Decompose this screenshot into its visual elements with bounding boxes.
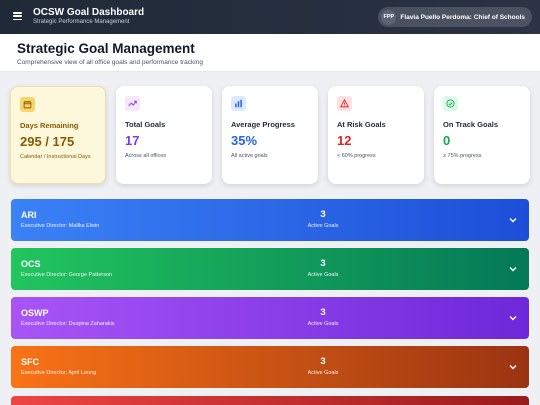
stat-value: 295 / 175 [20,134,75,149]
chevron-down-icon[interactable] [507,312,519,324]
page-header: Strategic Goal Management Comprehensive … [0,34,540,72]
office-code: OSWP [21,308,49,318]
stat-desc: ≥ 75% progress [443,153,482,159]
at-risk-goals-card: At Risk Goals 12 < 60% progress [328,86,424,184]
warning-icon [337,96,352,111]
stat-label: Days Remaining [20,121,79,130]
active-goals-count: 3 [320,258,326,269]
average-progress-card: Average Progress 35% All active goals [222,86,318,184]
active-goals-count: 3 [320,307,326,318]
chevron-down-icon[interactable] [507,361,519,373]
active-goals-label: Active Goals [307,370,339,376]
office-code: ARI [21,210,37,220]
office-director: Executive Director: George Patterson [21,272,113,278]
office-card-partial[interactable] [11,396,529,405]
avatar: FPP [381,9,397,25]
page-title: Strategic Goal Management [17,41,195,56]
office-code: OCS [21,259,41,269]
page-subtitle: Comprehensive view of all office goals a… [17,59,203,66]
stat-value: 12 [337,133,352,148]
stat-label: Total Goals [125,120,166,129]
chevron-down-icon[interactable] [507,214,519,226]
stat-value: 0 [443,133,451,148]
app-title: OCSW Goal Dashboard [33,7,145,18]
total-goals-card: Total Goals 17 Across all offices [116,86,212,184]
menu-icon[interactable] [13,12,22,21]
office-card-sfc[interactable]: SFC Executive Director: April Leong 3 Ac… [11,346,529,388]
top-bar: OCSW Goal Dashboard Strategic Performanc… [0,0,540,34]
chevron-down-icon[interactable] [507,263,519,275]
days-remaining-card: Days Remaining 295 / 175 Calendar / Inst… [10,86,106,184]
check-circle-icon [443,96,458,111]
active-goals-label: Active Goals [307,321,339,327]
calendar-icon [20,97,35,112]
office-card-ari[interactable]: ARI Executive Director: Mallka Elwin 3 A… [11,199,529,241]
stat-desc: Across all offices [125,153,167,159]
stat-desc: All active goals [231,153,268,159]
office-code: SFC [21,357,39,367]
office-director: Executive Director: Mallka Elwin [21,223,100,229]
stat-value: 35% [231,133,258,148]
stat-label: At Risk Goals [337,120,386,129]
stat-desc: Calendar / Instructional Days [20,154,91,160]
user-menu[interactable]: FPP Flavia Puello Perdoma: Chief of Scho… [378,7,532,27]
on-track-goals-card: On Track Goals 0 ≥ 75% progress [434,86,530,184]
active-goals-count: 3 [320,209,326,220]
stat-label: On Track Goals [443,120,499,129]
bar-chart-icon [231,96,246,111]
active-goals-label: Active Goals [307,223,339,229]
user-name: Flavia Puello Perdoma: Chief of Schools [400,13,525,21]
stat-value: 17 [125,133,140,148]
stat-desc: < 60% progress [337,153,376,159]
office-card-ocs[interactable]: OCS Executive Director: George Patterson… [11,248,529,290]
stat-label: Average Progress [231,120,295,129]
office-director: Executive Director: Despina Zaharakis [21,321,115,327]
office-card-oswp[interactable]: OSWP Executive Director: Despina Zaharak… [11,297,529,339]
office-director: Executive Director: April Leong [21,370,97,376]
active-goals-count: 3 [320,356,326,367]
active-goals-label: Active Goals [307,272,339,278]
app-subtitle: Strategic Performance Management [33,19,130,25]
trending-up-icon [125,96,140,111]
